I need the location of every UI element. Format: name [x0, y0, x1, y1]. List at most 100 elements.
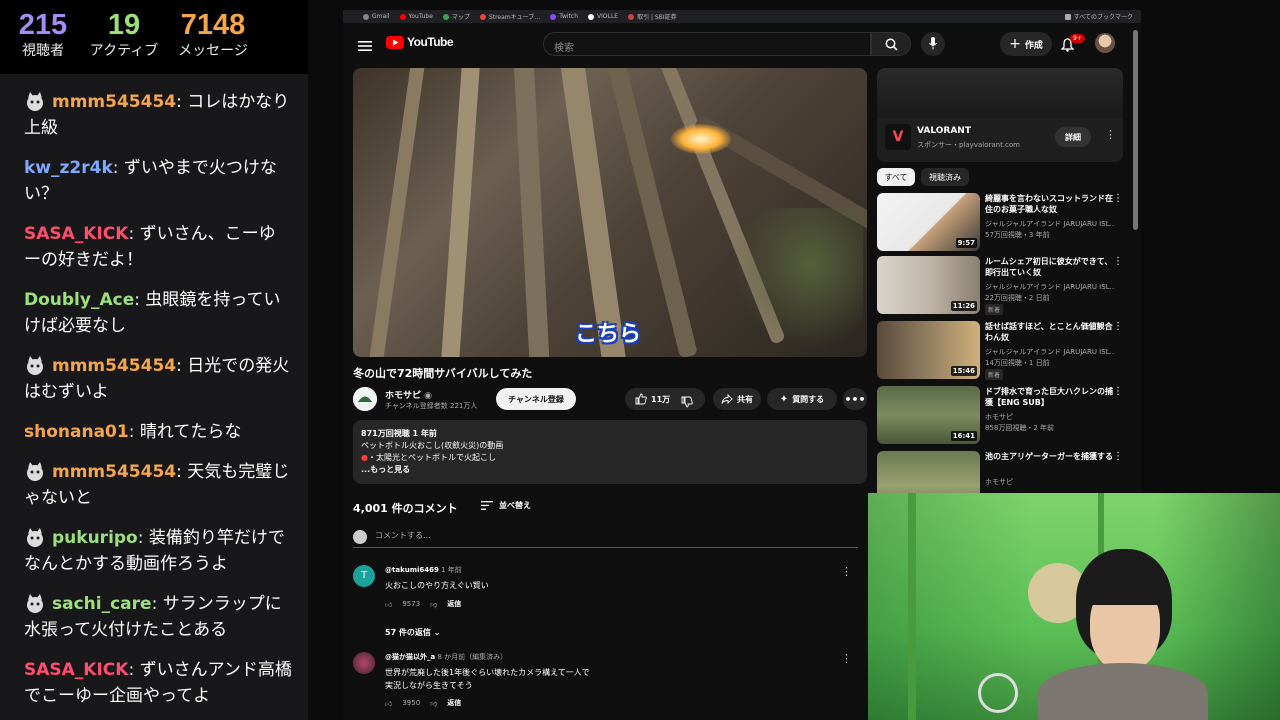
comment-menu-icon[interactable]: ⋮	[841, 565, 852, 578]
description-box[interactable]: 871万回視聴 1 年前 ペットボトル火おこし(収斂火災)の動画 ●・太陽光とペ…	[353, 420, 867, 484]
all-bookmarks[interactable]: すべてのブックマーク	[1064, 12, 1133, 21]
sparkle-icon: ✦	[779, 393, 789, 405]
ad-menu-icon[interactable]: ⋮	[1105, 128, 1116, 141]
duration: 15:46	[950, 366, 977, 376]
chat-message: Doubly_Ace: 虫眼鏡を持っていけば必要なし	[24, 290, 281, 336]
scrollbar[interactable]	[1133, 30, 1138, 230]
bookmark-item[interactable]: YouTube	[399, 13, 433, 20]
sponsored-ad[interactable]: V VALORANT スポンサー・playvalorant.com 詳細 ⋮	[877, 68, 1123, 162]
new-badge: 新着	[985, 369, 1004, 380]
more-actions-button[interactable]: •••	[843, 388, 867, 410]
account-avatar[interactable]	[1095, 33, 1115, 53]
channel-avatar[interactable]	[353, 387, 377, 411]
more-horizontal-icon: •••	[844, 392, 866, 406]
video-menu-icon[interactable]: ⋮	[1113, 386, 1123, 397]
bookmark-item[interactable]: VIOLLE	[588, 13, 618, 20]
menu-icon[interactable]	[358, 37, 372, 56]
reply-button[interactable]: 返信	[447, 599, 461, 609]
user-avatar	[353, 530, 367, 544]
chip-watched[interactable]: 視聴済み	[921, 168, 969, 186]
chat-username[interactable]: pukuripo	[52, 528, 138, 548]
add-comment-input[interactable]: コメントする...	[353, 530, 858, 548]
valorant-logo-icon: V	[885, 124, 911, 150]
bookmark-item[interactable]: Streamキューブ…	[479, 12, 540, 21]
sort-button[interactable]: 並べ替え	[481, 500, 531, 511]
mail-icon	[363, 13, 369, 20]
chat-username[interactable]: mmm545454	[52, 92, 176, 112]
share-button[interactable]: 共有	[713, 388, 761, 410]
youtube-logo[interactable]: YouTube	[386, 35, 454, 49]
chat-username[interactable]: Doubly_Ace	[24, 290, 134, 310]
chat-username[interactable]: kw_z2r4k	[24, 158, 113, 178]
comment: @猫か猫以外_a 8 か月前（編集済み） 世界が荒廃した後1年後ぐらい壊れたカメ…	[353, 652, 858, 712]
chat-message: sachi_care: サランラップに水張って火付けたことある	[24, 594, 282, 640]
ask-button[interactable]: ✦ 質問する	[767, 388, 837, 410]
chat-username[interactable]: SASA_KICK	[24, 224, 128, 244]
microphone-icon	[929, 37, 937, 50]
ad-details-button[interactable]: 詳細	[1055, 127, 1091, 147]
youtube-icon	[399, 13, 406, 20]
thumbs-down-icon[interactable]: 👎︎	[430, 600, 437, 609]
video-thumbnail: 16:41	[877, 386, 980, 444]
chat-username[interactable]: mmm545454	[52, 462, 176, 482]
chat-username[interactable]: SASA_KICK	[24, 660, 128, 680]
chat-username[interactable]: shonana01	[24, 422, 129, 442]
dislike-button[interactable]	[681, 393, 693, 412]
duration: 11:26	[950, 301, 977, 311]
thumbs-up-icon[interactable]: 👍︎	[385, 699, 392, 708]
search-button[interactable]	[871, 32, 911, 56]
create-button[interactable]: + 作成	[1000, 32, 1052, 56]
chat-username[interactable]: mmm545454	[52, 356, 176, 376]
show-more-link[interactable]: ...もっと見る	[361, 464, 859, 476]
new-badge: 新着	[985, 304, 1004, 315]
subscribe-button[interactable]: チャンネル登録	[496, 388, 576, 410]
bookmark-item[interactable]: 取引 | SBI証券	[628, 12, 677, 21]
video-player[interactable]: こちら	[353, 68, 867, 357]
chat-message: pukuripo: 装備釣り竿だけでなんとかする動画作ろうよ	[24, 528, 285, 574]
comment-menu-icon[interactable]: ⋮	[841, 652, 852, 665]
folder-icon	[1064, 13, 1071, 20]
video-menu-icon[interactable]: ⋮	[1113, 321, 1123, 332]
comment-meta: @takumi6469 1 年前	[385, 566, 462, 574]
recommended-video[interactable]: 9:57 綺麗事を言わないスコットランド在住のお菓子職人な奴 ジャルジャルアイラ…	[877, 193, 1127, 253]
bookmarks-bar: Gmail YouTube マップ Streamキューブ… Twitch VIO…	[343, 10, 1141, 23]
video-menu-icon[interactable]: ⋮	[1113, 256, 1123, 267]
commenter-avatar[interactable]	[353, 652, 375, 674]
stream-stats: 215 視聴者 19 アクティブ 7148 メッセージ	[0, 0, 308, 74]
webcam-feed	[868, 493, 1280, 720]
chat-text: 晴れてたらな	[139, 422, 242, 442]
chat-message: mmm545454: コレはかなり上級	[24, 92, 290, 138]
recommended-video[interactable]: 16:41 ドブ排水で育った巨大ハクレンの捕獲【ENG SUB】 ホモサピ 85…	[877, 386, 1127, 446]
ad-title: VALORANT	[917, 126, 971, 136]
chat-username[interactable]: sachi_care	[52, 594, 152, 614]
video-menu-icon[interactable]: ⋮	[1113, 193, 1123, 204]
comment-text: 火おこしのやり方えぐい賢い	[385, 581, 489, 590]
viewers-label: 視聴者	[22, 43, 64, 59]
comment-actions: 👍︎ 3950 👎︎ 返信	[385, 698, 462, 708]
channel-name[interactable]: ホモサピ ◉	[385, 388, 432, 401]
view-replies-button[interactable]: 57 件の返信 ⌄	[385, 627, 440, 638]
bookmark-item[interactable]: Gmail	[363, 13, 390, 20]
recommended-channel: ジャルジャルアイランド JARUJARU ISL...	[985, 220, 1115, 228]
search-input[interactable]: 検索	[543, 32, 871, 56]
recommended-title: 綺麗事を言わないスコットランド在住のお菓子職人な奴	[985, 194, 1113, 214]
twitch-icon	[550, 13, 557, 20]
recommended-stats: 14万回視聴・1 日前	[985, 359, 1050, 367]
recommended-channel: ジャルジャルアイランド JARUJARU ISL...	[985, 283, 1115, 291]
thumbs-up-icon[interactable]: 👍︎	[385, 600, 392, 609]
bookmark-item[interactable]: Twitch	[550, 13, 578, 20]
reply-button[interactable]: 返信	[447, 698, 461, 708]
search-icon	[885, 38, 898, 51]
voice-search-button[interactable]	[921, 32, 945, 56]
chip-all[interactable]: すべて	[877, 168, 915, 186]
recommended-video[interactable]: 11:26 ルームシェア初日に彼女ができて、即行出ていく奴 ジャルジャルアイラン…	[877, 256, 1127, 316]
video-menu-icon[interactable]: ⋮	[1113, 451, 1123, 462]
duration: 16:41	[950, 431, 977, 441]
commenter-avatar[interactable]: T	[353, 565, 375, 587]
fan	[978, 673, 1018, 713]
thumbs-down-icon[interactable]: 👎︎	[430, 699, 437, 708]
bookmark-item[interactable]: マップ	[442, 12, 470, 21]
recommended-stats: 57万回視聴・3 年前	[985, 231, 1050, 239]
like-button[interactable]: 11万	[625, 388, 705, 410]
recommended-video[interactable]: 15:46 話せば話すほど、とことん価値観合わん奴 ジャルジャルアイランド JA…	[877, 321, 1127, 381]
